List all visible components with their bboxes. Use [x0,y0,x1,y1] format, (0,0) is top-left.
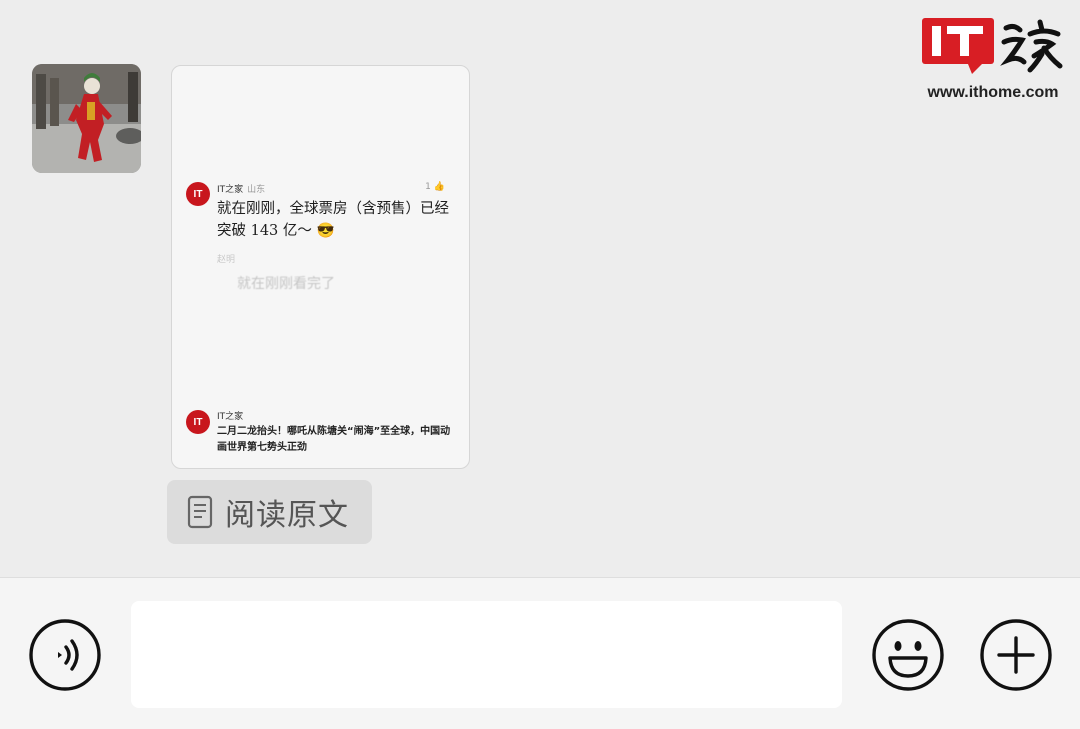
post-author: IT之家 [217,185,244,195]
post-text: 就在刚刚，全球票房（含预售）已经突破 143 亿～ 😎 [217,201,449,239]
post-location: 山东 [247,185,266,195]
like-count-value: 1 [425,182,431,192]
message-input[interactable] [131,601,842,708]
news-title: 二月二龙抬头！哪吒从陈塘关“闹海”至全球，中国动画世界第七势头正劲 [217,426,451,453]
reply-author: 赵明 [217,255,236,265]
post-meta: IT之家 山东 [217,182,265,195]
emoji-icon[interactable] [871,618,945,692]
avatar-image [32,64,141,173]
sender-avatar[interactable] [32,64,141,173]
read-original-label: 阅读原文 [225,498,349,533]
news-source: IT之家 [217,412,244,422]
chat-input-bar [0,577,1080,729]
like-count: 1 👍 [425,182,445,192]
document-icon [187,495,213,529]
it-logo-icon [922,18,994,74]
faded-reply: 赵明 就在刚刚看完了 [217,252,447,293]
ithome-badge-icon: IT [186,182,210,206]
plus-icon[interactable] [979,618,1053,692]
ithome-watermark: www.ithome.com [918,14,1068,106]
brush-calligraphy-icon [1000,19,1063,73]
ithome-badge-icon: IT [186,410,210,434]
voice-icon[interactable] [28,618,102,692]
watermark-url: www.ithome.com [927,84,1059,101]
thumbs-up-icon: 👍 [433,182,445,192]
shared-article-card[interactable]: IT IT之家 山东 1 👍 就在刚刚，全球票房（含预售）已经突破 143 亿～ … [171,65,470,469]
reply-text: 就在刚刚看完了 [237,276,335,292]
read-original-button[interactable]: 阅读原文 [167,480,372,544]
